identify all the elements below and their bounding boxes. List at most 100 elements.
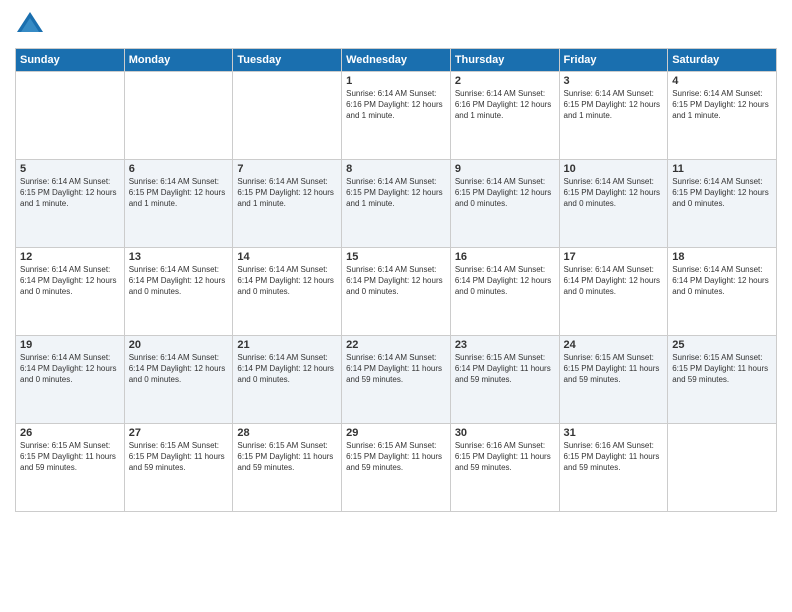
table-row: 2 Sunrise: 6:14 AM Sunset: 6:16 PM Daylig… — [450, 72, 559, 160]
table-row: 22 Sunrise: 6:14 AM Sunset: 6:14 PM Dayli… — [342, 336, 451, 424]
calendar-week-row: 1 Sunrise: 6:14 AM Sunset: 6:16 PM Daylig… — [16, 72, 777, 160]
day-info: Sunrise: 6:14 AM Sunset: 6:15 PM Dayligh… — [346, 177, 446, 209]
day-info: Sunrise: 6:14 AM Sunset: 6:15 PM Dayligh… — [237, 177, 337, 209]
table-row — [668, 424, 777, 512]
table-row: 23Sunrise: 6:15 AM Sunset: 6:14 PM Dayli… — [450, 336, 559, 424]
table-row: 10 Sunrise: 6:14 AM Sunset: 6:15 PM Dayli… — [559, 160, 668, 248]
table-row: 12 Sunrise: 6:14 AM Sunset: 6:14 PM Dayli… — [16, 248, 125, 336]
day-info: Sunrise: 6:14 AM Sunset: 6:16 PM Dayligh… — [346, 89, 446, 121]
table-row — [16, 72, 125, 160]
day-number: 9 — [455, 163, 555, 175]
table-row: 18 Sunrise: 6:14 AM Sunset: 6:14 PM Dayli… — [668, 248, 777, 336]
table-row: 1 Sunrise: 6:14 AM Sunset: 6:16 PM Daylig… — [342, 72, 451, 160]
day-number: 26 — [20, 427, 120, 439]
page: Sunday Monday Tuesday Wednesday Thursday… — [0, 0, 792, 612]
day-info: Sunrise: 6:14 AM Sunset: 6:16 PM Dayligh… — [455, 89, 555, 121]
table-row: 15 Sunrise: 6:14 AM Sunset: 6:14 PM Dayli… — [342, 248, 451, 336]
day-number: 10 — [564, 163, 664, 175]
day-number: 21 — [237, 339, 337, 351]
day-info: Sunrise: 6:15 AM Sunset: 6:15 PM Dayligh… — [237, 441, 337, 473]
day-number: 2 — [455, 75, 555, 87]
day-info: Sunrise: 6:16 AM Sunset: 6:15 PM Dayligh… — [455, 441, 555, 473]
table-row: 21Sunrise: 6:14 AM Sunset: 6:14 PM Dayli… — [233, 336, 342, 424]
day-number: 16 — [455, 251, 555, 263]
day-info: Sunrise: 6:14 AM Sunset: 6:14 PM Dayligh… — [20, 265, 120, 297]
day-number: 3 — [564, 75, 664, 87]
day-number: 4 — [672, 75, 772, 87]
table-row: 3 Sunrise: 6:14 AM Sunset: 6:15 PM Daylig… — [559, 72, 668, 160]
calendar-week-row: 5 Sunrise: 6:14 AM Sunset: 6:15 PM Daylig… — [16, 160, 777, 248]
day-number: 7 — [237, 163, 337, 175]
calendar-week-row: 26 Sunrise: 6:15 AM Sunset: 6:15 PM Dayli… — [16, 424, 777, 512]
day-number: 13 — [129, 251, 229, 263]
day-info: Sunrise: 6:15 AM Sunset: 6:15 PM Dayligh… — [672, 353, 772, 385]
day-info: Sunrise: 6:15 AM Sunset: 6:14 PM Dayligh… — [455, 353, 555, 385]
table-row: 30 Sunrise: 6:16 AM Sunset: 6:15 PM Dayli… — [450, 424, 559, 512]
table-row: 19 Sunrise: 6:14 AM Sunset: 6:14 PM Dayli… — [16, 336, 125, 424]
header-wednesday: Wednesday — [342, 49, 451, 72]
table-row — [233, 72, 342, 160]
header — [15, 10, 777, 40]
day-info: Sunrise: 6:16 AM Sunset: 6:15 PM Dayligh… — [564, 441, 664, 473]
table-row: 16 Sunrise: 6:14 AM Sunset: 6:14 PM Dayli… — [450, 248, 559, 336]
calendar: Sunday Monday Tuesday Wednesday Thursday… — [15, 48, 777, 512]
table-row: 27Sunrise: 6:15 AM Sunset: 6:15 PM Dayli… — [124, 424, 233, 512]
table-row — [124, 72, 233, 160]
day-info: Sunrise: 6:14 AM Sunset: 6:14 PM Dayligh… — [672, 265, 772, 297]
day-number: 24 — [564, 339, 664, 351]
day-number: 22 — [346, 339, 446, 351]
day-number: 1 — [346, 75, 446, 87]
day-number: 8 — [346, 163, 446, 175]
table-row: 25 Sunrise: 6:15 AM Sunset: 6:15 PM Dayli… — [668, 336, 777, 424]
table-row: 11 Sunrise: 6:14 AM Sunset: 6:15 PM Dayli… — [668, 160, 777, 248]
table-row: 24 Sunrise: 6:15 AM Sunset: 6:15 PM Dayli… — [559, 336, 668, 424]
day-number: 25 — [672, 339, 772, 351]
day-info: Sunrise: 6:14 AM Sunset: 6:14 PM Dayligh… — [455, 265, 555, 297]
day-info: Sunrise: 6:14 AM Sunset: 6:14 PM Dayligh… — [564, 265, 664, 297]
table-row: 26 Sunrise: 6:15 AM Sunset: 6:15 PM Dayli… — [16, 424, 125, 512]
day-number: 5 — [20, 163, 120, 175]
table-row: 13Sunrise: 6:14 AM Sunset: 6:14 PM Dayli… — [124, 248, 233, 336]
day-number: 11 — [672, 163, 772, 175]
calendar-week-row: 12 Sunrise: 6:14 AM Sunset: 6:14 PM Dayli… — [16, 248, 777, 336]
day-info: Sunrise: 6:14 AM Sunset: 6:15 PM Dayligh… — [672, 177, 772, 209]
table-row: 14Sunrise: 6:14 AM Sunset: 6:14 PM Dayli… — [233, 248, 342, 336]
day-number: 12 — [20, 251, 120, 263]
day-info: Sunrise: 6:14 AM Sunset: 6:15 PM Dayligh… — [672, 89, 772, 121]
table-row: 5 Sunrise: 6:14 AM Sunset: 6:15 PM Daylig… — [16, 160, 125, 248]
logo — [15, 10, 49, 40]
day-info: Sunrise: 6:14 AM Sunset: 6:15 PM Dayligh… — [455, 177, 555, 209]
logo-icon — [15, 10, 45, 40]
table-row: 8 Sunrise: 6:14 AM Sunset: 6:15 PM Daylig… — [342, 160, 451, 248]
day-info: Sunrise: 6:14 AM Sunset: 6:15 PM Dayligh… — [20, 177, 120, 209]
header-monday: Monday — [124, 49, 233, 72]
day-info: Sunrise: 6:14 AM Sunset: 6:14 PM Dayligh… — [346, 353, 446, 385]
day-info: Sunrise: 6:14 AM Sunset: 6:14 PM Dayligh… — [20, 353, 120, 385]
table-row: 29Sunrise: 6:15 AM Sunset: 6:15 PM Dayli… — [342, 424, 451, 512]
table-row: 4 Sunrise: 6:14 AM Sunset: 6:15 PM Daylig… — [668, 72, 777, 160]
table-row: 20 Sunrise: 6:14 AM Sunset: 6:14 PM Dayli… — [124, 336, 233, 424]
day-info: Sunrise: 6:14 AM Sunset: 6:15 PM Dayligh… — [129, 177, 229, 209]
day-info: Sunrise: 6:14 AM Sunset: 6:14 PM Dayligh… — [346, 265, 446, 297]
day-number: 27 — [129, 427, 229, 439]
table-row: 17Sunrise: 6:14 AM Sunset: 6:14 PM Dayli… — [559, 248, 668, 336]
header-friday: Friday — [559, 49, 668, 72]
day-info: Sunrise: 6:14 AM Sunset: 6:15 PM Dayligh… — [564, 177, 664, 209]
table-row: 28Sunrise: 6:15 AM Sunset: 6:15 PM Dayli… — [233, 424, 342, 512]
day-number: 20 — [129, 339, 229, 351]
day-info: Sunrise: 6:15 AM Sunset: 6:15 PM Dayligh… — [564, 353, 664, 385]
calendar-header-row: Sunday Monday Tuesday Wednesday Thursday… — [16, 49, 777, 72]
table-row: 31Sunrise: 6:16 AM Sunset: 6:15 PM Dayli… — [559, 424, 668, 512]
day-info: Sunrise: 6:15 AM Sunset: 6:15 PM Dayligh… — [20, 441, 120, 473]
day-number: 18 — [672, 251, 772, 263]
header-thursday: Thursday — [450, 49, 559, 72]
day-info: Sunrise: 6:14 AM Sunset: 6:14 PM Dayligh… — [129, 353, 229, 385]
day-number: 19 — [20, 339, 120, 351]
day-number: 30 — [455, 427, 555, 439]
table-row: 6Sunrise: 6:14 AM Sunset: 6:15 PM Daylig… — [124, 160, 233, 248]
day-number: 15 — [346, 251, 446, 263]
calendar-week-row: 19 Sunrise: 6:14 AM Sunset: 6:14 PM Dayli… — [16, 336, 777, 424]
header-tuesday: Tuesday — [233, 49, 342, 72]
day-info: Sunrise: 6:14 AM Sunset: 6:15 PM Dayligh… — [564, 89, 664, 121]
header-sunday: Sunday — [16, 49, 125, 72]
